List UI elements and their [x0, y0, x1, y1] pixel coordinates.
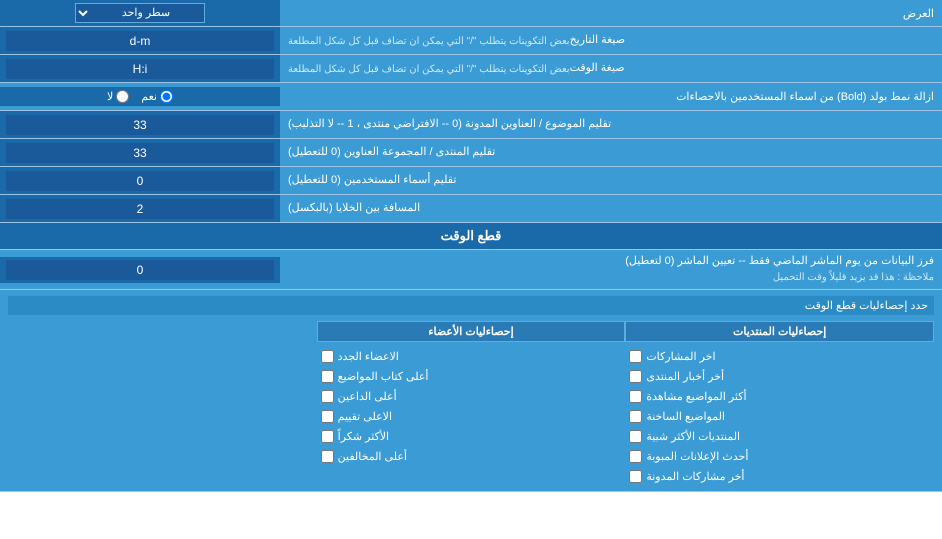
cutoff-days-note: ملاحظة : هذا قد يزيد قليلاً وقت التحميل: [288, 271, 934, 285]
date-format-label: صيغة التاريخ بعض التكوينات يتطلب "/" الت…: [280, 27, 942, 54]
time-format-input-area: [0, 55, 280, 82]
checkboxes-grid: إحصاءليات المنتديات اخر المشاركات أخر أخ…: [8, 321, 934, 485]
member-stat-cb-4[interactable]: [321, 430, 334, 443]
bold-remove-yes-radio[interactable]: [160, 90, 173, 103]
display-mode-row: العرض سطر واحد: [0, 0, 942, 27]
member-stat-cb-3[interactable]: [321, 410, 334, 423]
member-stat-label-2: أعلى الداعين: [338, 390, 397, 403]
display-mode-select[interactable]: سطر واحد: [75, 3, 205, 23]
forum-titles-label: تقليم المنتدى / المجموعة العناوين (0 للت…: [280, 139, 942, 166]
date-format-row: صيغة التاريخ بعض التكوينات يتطلب "/" الت…: [0, 27, 942, 55]
member-stat-cb-5[interactable]: [321, 450, 334, 463]
forum-stat-label-1: أخر أخبار المنتدى: [646, 370, 724, 383]
member-stat-item-3: الاعلى تقييم: [317, 408, 626, 425]
cutoff-days-row: فرز البيانات من يوم الماشر الماضي فقط --…: [0, 250, 942, 290]
cutoff-days-main-label: فرز البيانات من يوم الماشر الماضي فقط --…: [625, 255, 934, 267]
member-stat-item-4: الأكثر شكراً: [317, 428, 626, 445]
member-stats-col: إحصاءليات الأعضاء الاعضاء الجدد أعلى كتا…: [317, 321, 626, 485]
cutoff-section-header: قطع الوقت: [0, 223, 942, 250]
member-stat-cb-2[interactable]: [321, 390, 334, 403]
member-stat-item-1: أعلى كتاب المواضيع: [317, 368, 626, 385]
stats-limit-label: حدد إحصاءليات قطع الوقت: [8, 296, 934, 315]
forum-stat-item-1: أخر أخبار المنتدى: [625, 368, 934, 385]
member-stat-item-2: أعلى الداعين: [317, 388, 626, 405]
cutoff-days-input[interactable]: [6, 260, 274, 280]
time-format-row: صيغة الوقت بعض التكوينات يتطلب "/" التي …: [0, 55, 942, 83]
bold-remove-label: ازالة نمط بولد (Bold) من اسماء المستخدمي…: [280, 86, 942, 107]
cell-padding-input-area: [0, 195, 280, 222]
topic-titles-row: تقليم الموضوع / العناوين المدونة (0 -- ا…: [0, 111, 942, 139]
forum-stats-header: إحصاءليات المنتديات: [625, 321, 934, 342]
forum-stat-label-6: أخر مشاركات المدونة: [646, 470, 744, 483]
forum-stat-cb-6[interactable]: [629, 470, 642, 483]
bold-remove-options: نعم لا: [0, 87, 280, 106]
forum-titles-row: تقليم المنتدى / المجموعة العناوين (0 للت…: [0, 139, 942, 167]
username-trim-input[interactable]: [6, 171, 274, 191]
date-format-input[interactable]: [6, 31, 274, 51]
username-trim-input-area: [0, 167, 280, 194]
forum-stat-item-0: اخر المشاركات: [625, 348, 934, 365]
display-mode-select-area: سطر واحد: [0, 0, 280, 26]
username-trim-row: تقليم أسماء المستخدمين (0 للتعطيل): [0, 167, 942, 195]
forum-stat-cb-5[interactable]: [629, 450, 642, 463]
stats-section: حدد إحصاءليات قطع الوقت إحصاءليات المنتد…: [0, 290, 942, 492]
cell-padding-input[interactable]: [6, 199, 274, 219]
forum-stats-col: إحصاءليات المنتديات اخر المشاركات أخر أخ…: [625, 321, 934, 485]
forum-stat-label-5: أحدث الإعلانات المبوبة: [646, 450, 748, 463]
empty-col: [8, 321, 317, 485]
member-stat-cb-0[interactable]: [321, 350, 334, 363]
time-format-label-text: صيغة الوقت: [570, 61, 625, 76]
time-format-sublabel: بعض التكوينات يتطلب "/" التي يمكن ان تضا…: [288, 63, 570, 77]
topic-titles-label: تقليم الموضوع / العناوين المدونة (0 -- ا…: [280, 111, 942, 138]
main-container: العرض سطر واحد صيغة التاريخ بعض التكوينا…: [0, 0, 942, 492]
forum-stat-cb-1[interactable]: [629, 370, 642, 383]
forum-stat-cb-0[interactable]: [629, 350, 642, 363]
bold-remove-row: ازالة نمط بولد (Bold) من اسماء المستخدمي…: [0, 83, 942, 111]
time-format-input[interactable]: [6, 59, 274, 79]
forum-titles-input[interactable]: [6, 143, 274, 163]
member-stat-label-0: الاعضاء الجدد: [338, 350, 399, 363]
time-format-label: صيغة الوقت بعض التكوينات يتطلب "/" التي …: [280, 55, 942, 82]
cell-padding-row: المسافة بين الخلايا (بالبكسل): [0, 195, 942, 223]
forum-stat-item-3: المواضيع الساخنة: [625, 408, 934, 425]
member-stat-item-0: الاعضاء الجدد: [317, 348, 626, 365]
member-stat-label-3: الاعلى تقييم: [338, 410, 392, 423]
member-stat-item-5: أعلى المخالفين: [317, 448, 626, 465]
member-stat-label-4: الأكثر شكراً: [338, 430, 389, 443]
forum-stat-label-4: المنتديات الأكثر شبية: [646, 430, 740, 443]
member-stat-cb-1[interactable]: [321, 370, 334, 383]
member-stat-label-1: أعلى كتاب المواضيع: [338, 370, 429, 383]
forum-stat-cb-2[interactable]: [629, 390, 642, 403]
forum-stat-label-3: المواضيع الساخنة: [646, 410, 725, 423]
display-mode-label: العرض: [280, 3, 942, 24]
date-format-label-text: صيغة التاريخ: [570, 33, 625, 48]
cell-padding-label: المسافة بين الخلايا (بالبكسل): [280, 195, 942, 222]
bold-remove-no-radio[interactable]: [116, 90, 129, 103]
bold-remove-no-text: لا: [107, 90, 113, 103]
bold-remove-no-label[interactable]: لا: [107, 90, 129, 103]
forum-titles-input-area: [0, 139, 280, 166]
date-format-input-area: [0, 27, 280, 54]
topic-titles-input[interactable]: [6, 115, 274, 135]
bold-remove-yes-text: نعم: [141, 90, 157, 103]
username-trim-label: تقليم أسماء المستخدمين (0 للتعطيل): [280, 167, 942, 194]
member-stat-label-5: أعلى المخالفين: [338, 450, 407, 463]
forum-stat-label-2: أكثر المواضيع مشاهدة: [646, 390, 746, 403]
forum-stat-item-4: المنتديات الأكثر شبية: [625, 428, 934, 445]
bold-remove-yes-label[interactable]: نعم: [141, 90, 173, 103]
date-format-sublabel: بعض التكوينات يتطلب "/" التي يمكن ان تضا…: [288, 35, 570, 49]
topic-titles-input-area: [0, 111, 280, 138]
member-stats-header: إحصاءليات الأعضاء: [317, 321, 626, 342]
forum-stat-item-6: أخر مشاركات المدونة: [625, 468, 934, 485]
forum-stat-cb-4[interactable]: [629, 430, 642, 443]
cutoff-days-input-area: [0, 257, 280, 283]
cutoff-days-label: فرز البيانات من يوم الماشر الماضي فقط --…: [280, 250, 942, 289]
forum-stat-item-5: أحدث الإعلانات المبوبة: [625, 448, 934, 465]
forum-stat-cb-3[interactable]: [629, 410, 642, 423]
forum-stat-label-0: اخر المشاركات: [646, 350, 715, 363]
forum-stat-item-2: أكثر المواضيع مشاهدة: [625, 388, 934, 405]
